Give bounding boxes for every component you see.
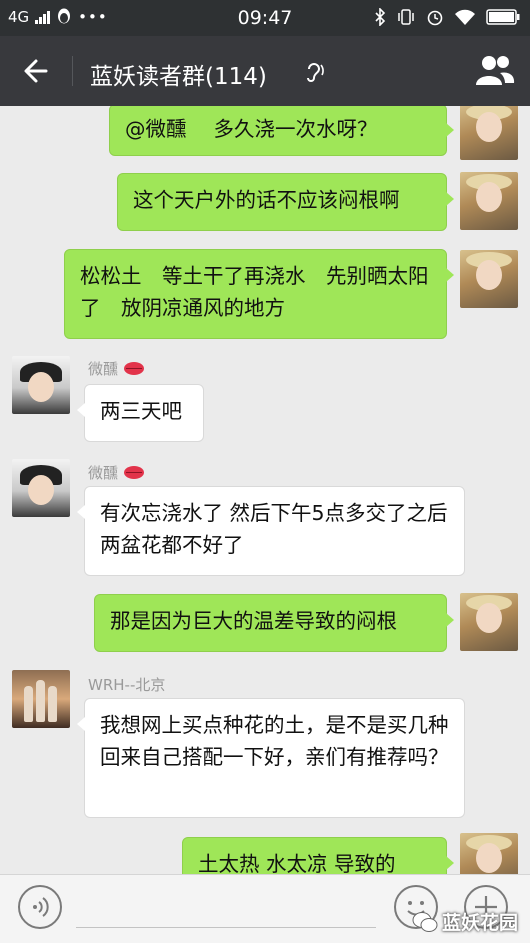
message-input[interactable] — [76, 927, 376, 928]
sender-name: 微醺 — [88, 358, 145, 379]
message-bubble[interactable]: @微醺 多久浇一次水呀？ — [109, 106, 454, 156]
watermark: 蓝妖花园 — [412, 908, 518, 935]
message-bubble[interactable]: 我想网上买点种花的土，是不是买几种回来自己搭配一下好，亲们有推荐吗？ — [77, 698, 465, 818]
avatar-wrh[interactable] — [12, 670, 70, 728]
message-bubble[interactable]: 两三天吧 — [77, 384, 204, 442]
lips-emoji-icon — [124, 362, 145, 375]
message-bubble[interactable]: 土太热 水太凉 导致的 — [182, 837, 454, 874]
voice-icon — [33, 897, 49, 917]
wechat-logo-icon — [412, 911, 438, 932]
sender-name: WRH--北京 — [88, 674, 165, 695]
alarm-icon — [427, 10, 443, 26]
message-bubble[interactable]: 松松土 等土干了再浇水 先别晒太阳了 放阴凉通风的地方 — [64, 249, 454, 339]
bluetooth-icon — [375, 8, 386, 26]
avatar-me[interactable] — [460, 250, 518, 308]
avatar-me[interactable] — [460, 833, 518, 874]
avatar-weixun[interactable] — [12, 356, 70, 414]
chat-title: 蓝妖读者群(114) — [90, 64, 267, 90]
group-members-icon[interactable] — [474, 53, 516, 87]
sender-name-text: 微醺 — [88, 464, 119, 482]
lips-emoji-icon — [124, 466, 145, 479]
vibrate-icon — [398, 9, 414, 25]
back-arrow-icon[interactable] — [20, 54, 54, 88]
battery-icon — [486, 9, 520, 25]
message-bubble[interactable]: 有次忘浇水了 然后下午5点多交了之后两盆花都不好了 — [77, 486, 465, 576]
input-bar: 蓝妖花园 — [0, 874, 530, 943]
avatar-me[interactable] — [460, 172, 518, 230]
sender-name-text: 微醺 — [88, 360, 119, 378]
avatar-me[interactable] — [460, 106, 518, 160]
message-list[interactable]: @微醺 多久浇一次水呀？ 这个天户外的话不应该闷根啊 松松土 等土干了再浇水 先… — [0, 106, 530, 874]
watermark-text: 蓝妖花园 — [441, 912, 518, 934]
earpiece-mode-icon — [307, 63, 324, 82]
status-right — [374, 8, 520, 26]
message-bubble[interactable]: 那是因为巨大的温差导致的闷根 — [94, 594, 454, 652]
voice-input-button[interactable] — [18, 885, 62, 929]
message-bubble[interactable]: 这个天户外的话不应该闷根啊 — [117, 173, 454, 231]
avatar-weixun[interactable] — [12, 459, 70, 517]
sender-name: 微醺 — [88, 462, 145, 483]
avatar-me[interactable] — [460, 593, 518, 651]
header-divider — [72, 56, 73, 86]
wifi-icon — [455, 9, 475, 25]
sender-name-text: WRH--北京 — [88, 676, 166, 694]
status-bar: 4G ••• 09:47 — [0, 0, 530, 36]
chat-header: 蓝妖读者群(114) — [0, 36, 530, 106]
